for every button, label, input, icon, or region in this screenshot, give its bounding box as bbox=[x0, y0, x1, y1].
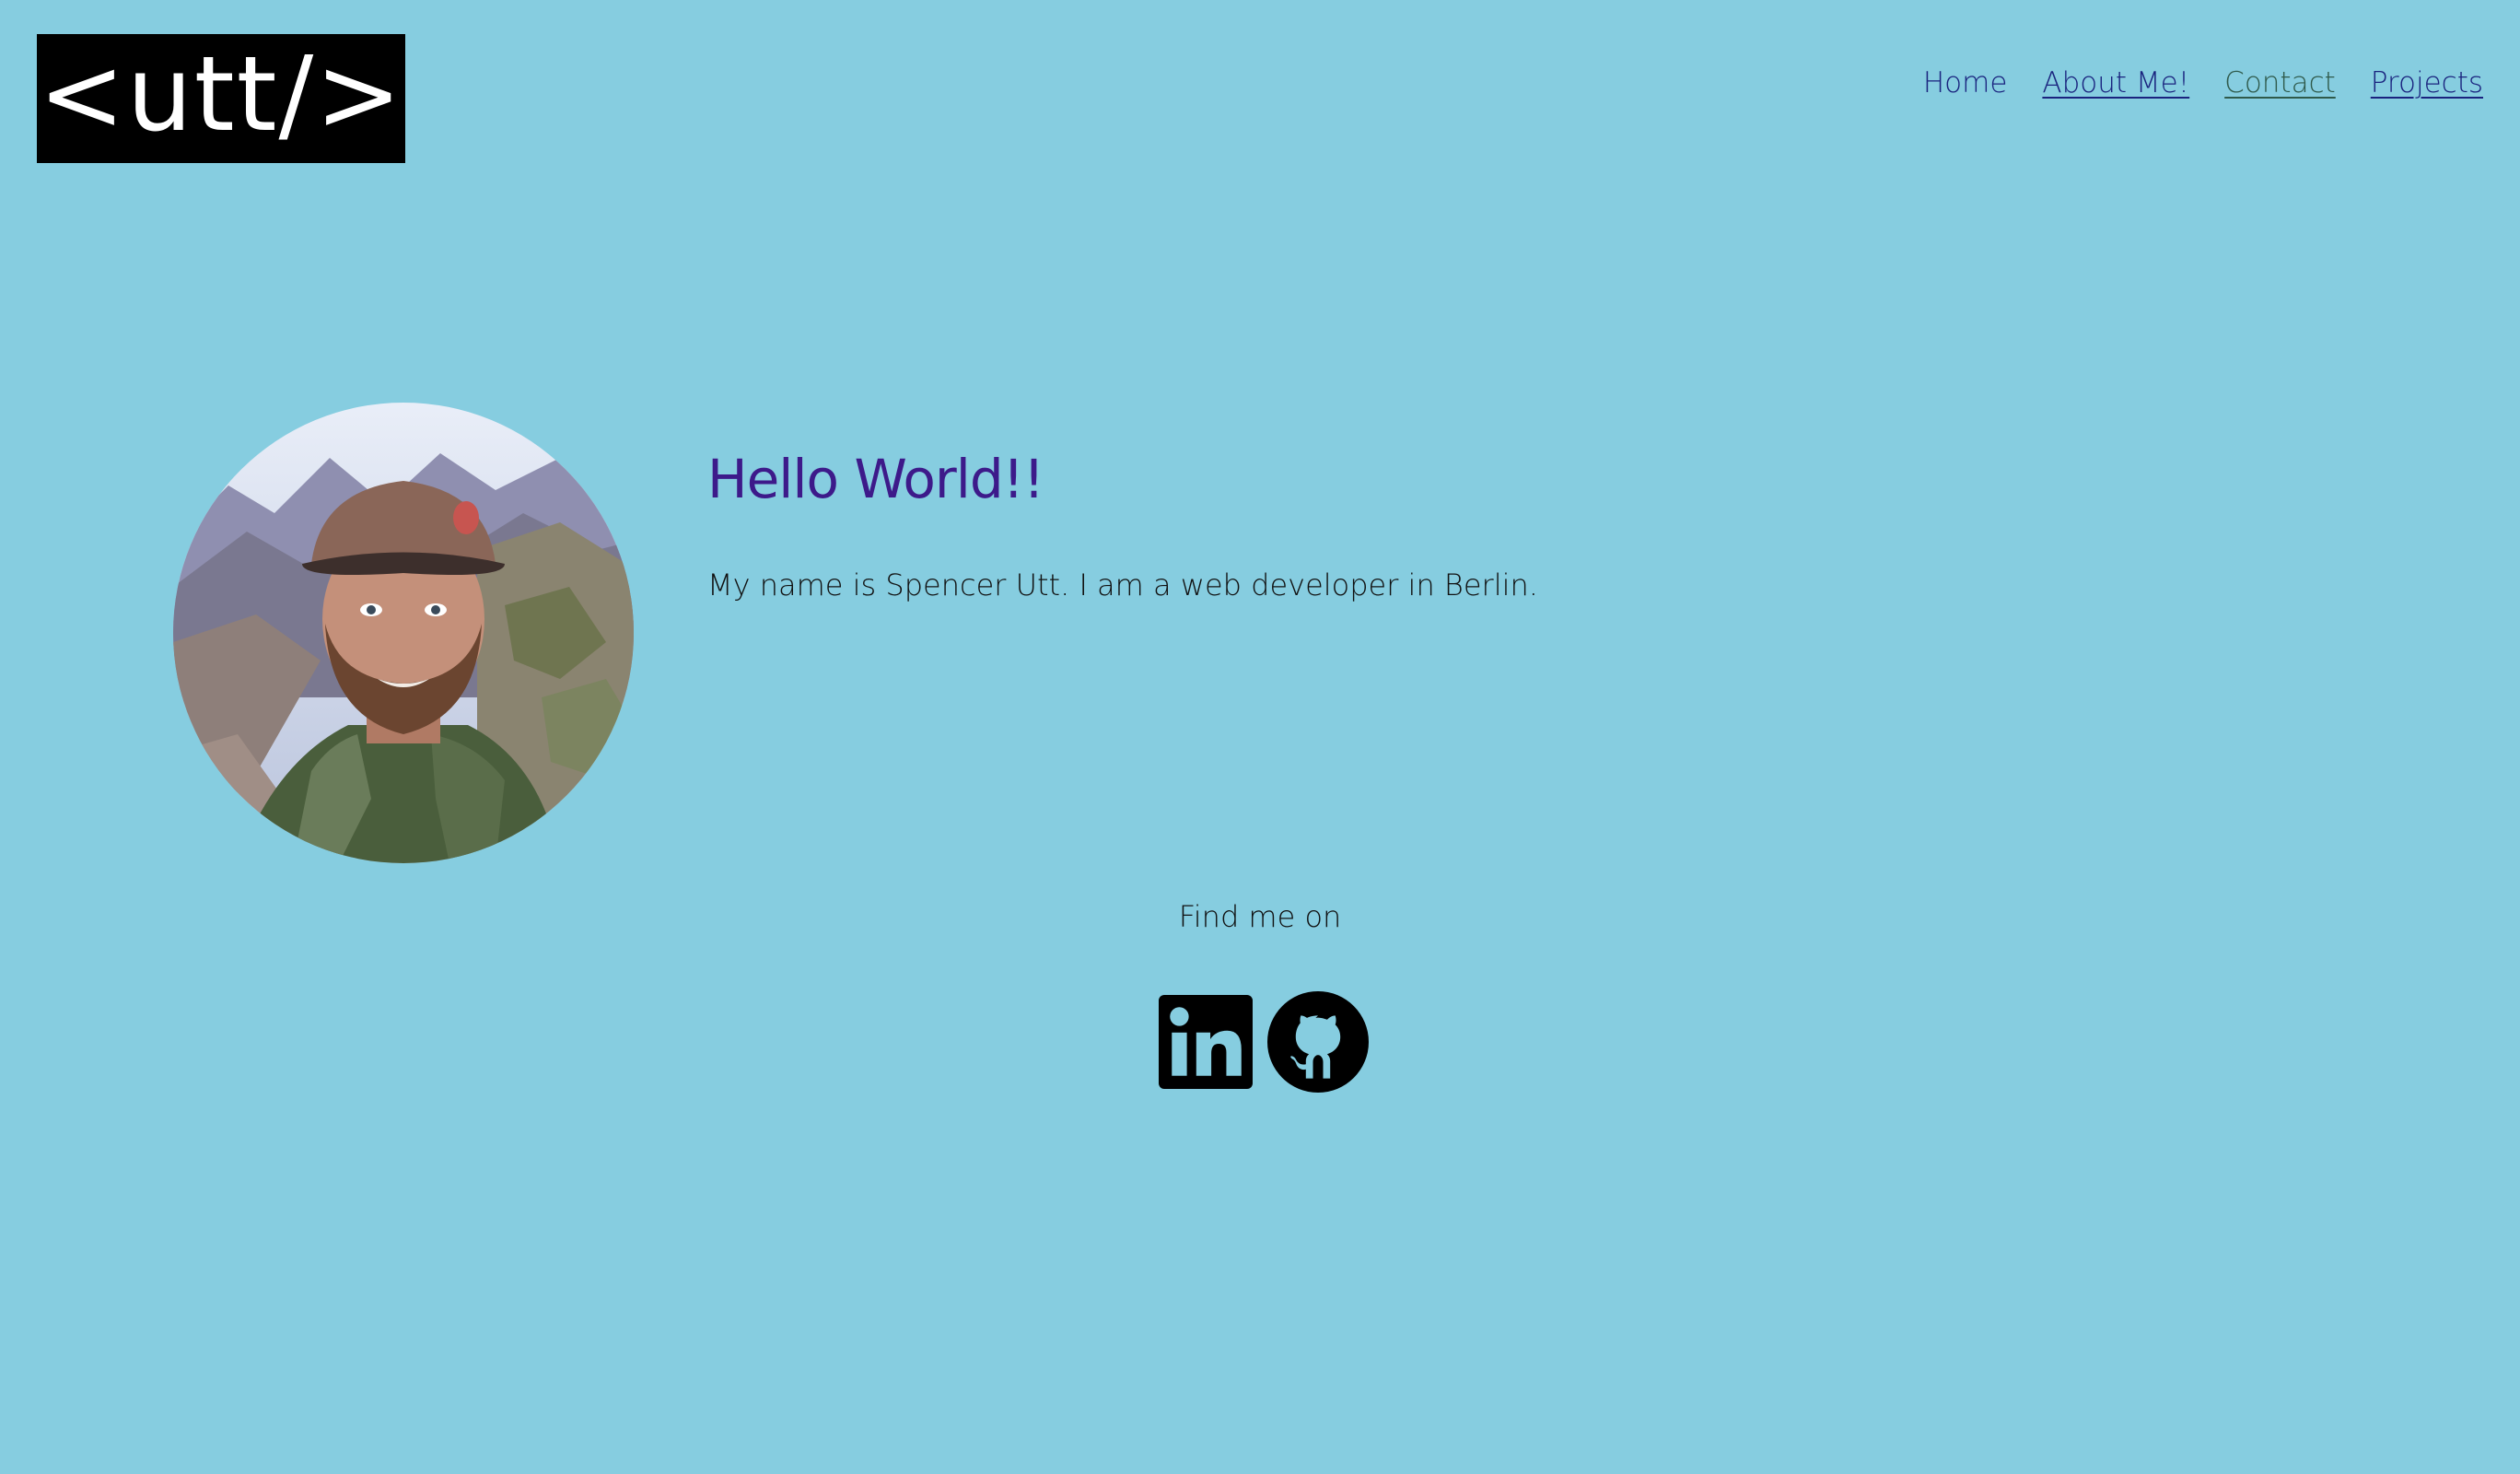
github-link[interactable] bbox=[1267, 991, 1369, 1096]
main-nav: Home About Me! Contact Projects bbox=[1923, 66, 2483, 99]
nav-projects-link[interactable]: Projects bbox=[2371, 66, 2483, 99]
profile-photo bbox=[173, 403, 634, 863]
linkedin-icon bbox=[1159, 995, 1253, 1089]
github-icon bbox=[1267, 991, 1369, 1093]
page-heading: Hello World!! bbox=[707, 448, 1044, 510]
logo-text: <utt/> bbox=[38, 35, 404, 155]
find-me-label: Find me on bbox=[1178, 899, 1342, 934]
nav-about-link[interactable]: About Me! bbox=[2042, 66, 2189, 99]
intro-text: My name is Spencer Utt. I am a web devel… bbox=[707, 567, 1538, 602]
social-links bbox=[1159, 991, 1369, 1096]
nav-home-link[interactable]: Home bbox=[1923, 66, 2008, 99]
nav-contact-link[interactable]: Contact bbox=[2224, 66, 2336, 99]
linkedin-link[interactable] bbox=[1159, 995, 1253, 1093]
site-logo[interactable]: <utt/> bbox=[37, 34, 405, 163]
